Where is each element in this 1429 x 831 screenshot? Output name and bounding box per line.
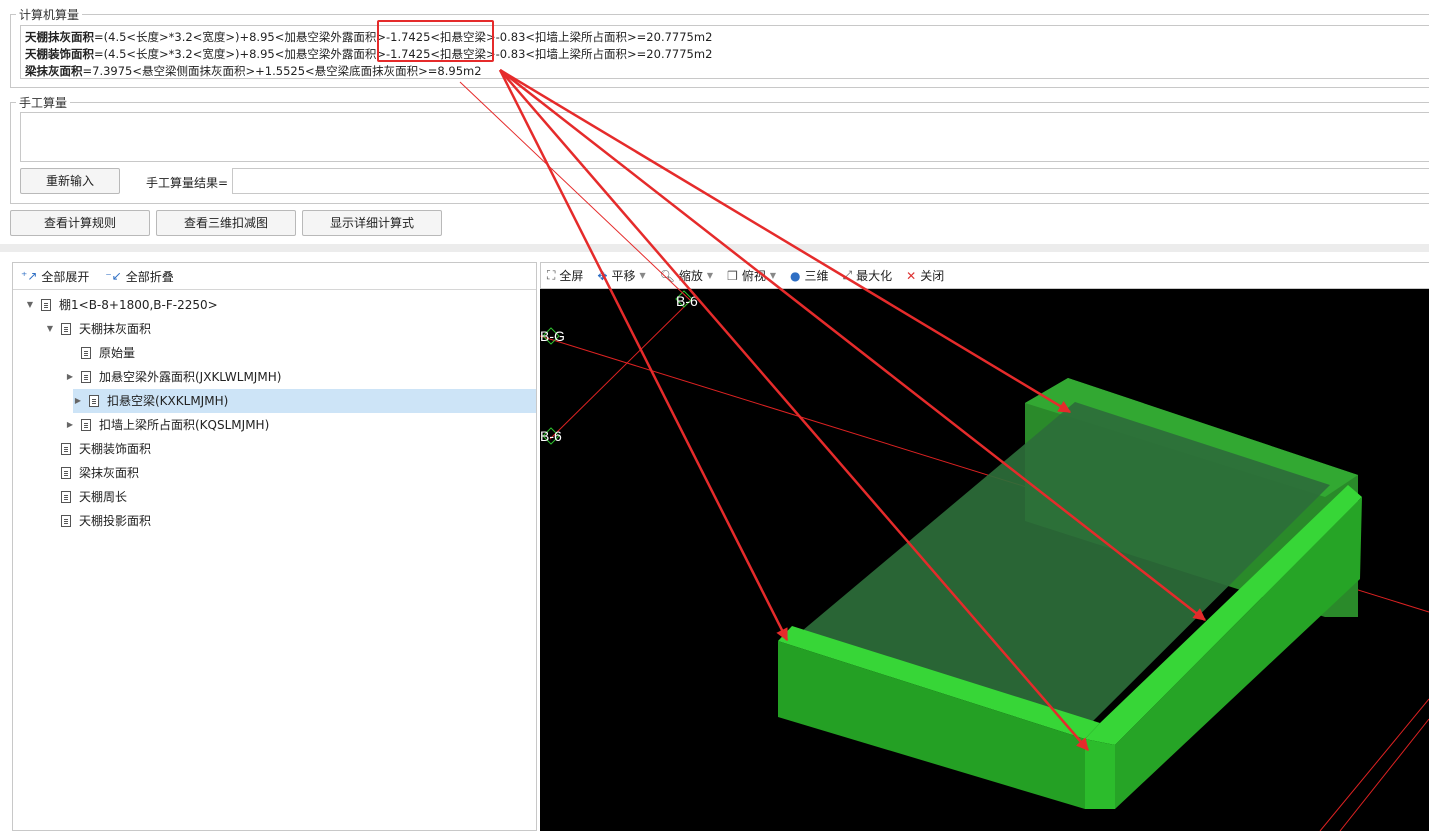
3d-label: 三维: [804, 269, 829, 283]
tree-item[interactable]: ▶原始量: [65, 341, 536, 365]
tree-item[interactable]: ▶ 扣悬空梁(KXKLMJMH): [73, 389, 536, 413]
3d-view-panel: ⛶ 全屏 ✥ 平移 ▼ 🔍︎ 缩放 ▼ ❒ 俯视 ▼ ● 三维 ⤢ 最大化 ✕ 关闭: [540, 262, 1429, 831]
quantity-tree-panel: ⁺↗ 全部展开 ⁻↙ 全部折叠 ▼ 棚1<B-8+1800,B-F-2250> ▼ 天…: [12, 262, 537, 831]
axis-label-b6-top: B-6: [676, 293, 698, 309]
collapse-all-label: 全部折叠: [125, 269, 174, 284]
document-icon: [81, 347, 91, 359]
tree-item[interactable]: ▶天棚周长: [45, 485, 536, 509]
axis-line: [549, 300, 691, 440]
tree-item-label: 梁抹灰面积: [79, 466, 140, 480]
tree-item-label: 天棚抹灰面积: [79, 322, 152, 336]
document-icon: [89, 395, 99, 407]
tree-item[interactable]: ▶ 扣墙上梁所占面积(KQSLMJMH): [65, 413, 536, 437]
zoom-button[interactable]: 🔍︎ 缩放 ▼: [660, 267, 713, 284]
tree-item[interactable]: ▶天棚投影面积: [45, 509, 536, 533]
top-view-button[interactable]: ❒ 俯视 ▼: [727, 267, 776, 284]
maximize-label: 最大化: [856, 269, 893, 283]
chevron-down-icon: ▼: [769, 271, 776, 280]
tree-item-label: 天棚投影面积: [79, 514, 152, 528]
zoom-icon: 🔍︎: [659, 268, 675, 283]
document-icon: [61, 491, 71, 503]
maximize-button[interactable]: ⤢ 最大化: [843, 267, 893, 284]
view-3d-deduction-button[interactable]: 查看三维扣减图: [156, 210, 296, 236]
chevron-right-icon[interactable]: ▶: [73, 389, 83, 413]
document-icon: [61, 443, 71, 455]
axis-line: [1339, 718, 1429, 831]
maximize-icon: ⤢: [842, 268, 853, 282]
document-icon: [81, 419, 91, 431]
chevron-right-icon[interactable]: ▶: [65, 413, 75, 437]
tree-item[interactable]: ▼ 棚1<B-8+1800,B-F-2250>: [25, 293, 536, 317]
app-root: 计算机算量 天棚抹灰面积=(4.5<长度>*3.2<宽度>)+8.95<加悬空梁…: [0, 0, 1429, 831]
manual-quantity-input[interactable]: [20, 112, 1429, 162]
zoom-label: 缩放: [678, 269, 703, 283]
tree-item-label: 天棚周长: [79, 490, 128, 504]
collapse-icon: ⁻↙: [105, 269, 122, 283]
close-view-button[interactable]: ✕ 关闭: [906, 267, 944, 284]
tree-item[interactable]: ▶梁抹灰面积: [45, 461, 536, 485]
tree-item-label: 原始量: [99, 346, 136, 360]
fullscreen-label: 全屏: [559, 269, 584, 283]
document-icon: [61, 515, 71, 527]
chevron-down-icon: ▼: [706, 271, 714, 280]
formula-name: 梁抹灰面积: [25, 64, 83, 78]
close-label: 关闭: [920, 269, 945, 283]
right-beam-end: [1085, 739, 1115, 809]
tree-item-label: 扣墙上梁所占面积(KQSLMJMH): [99, 418, 270, 432]
collapse-all-button[interactable]: ⁻↙ 全部折叠: [105, 268, 173, 285]
pan-icon: ✥: [597, 268, 608, 283]
expand-icon: ⁺↗: [21, 269, 38, 283]
chevron-right-icon[interactable]: ▶: [65, 365, 75, 389]
axis-label-b6-left: B-6: [540, 428, 562, 444]
tree-toolbar: ⁺↗ 全部展开 ⁻↙ 全部折叠: [13, 263, 536, 290]
expand-all-label: 全部展开: [41, 269, 90, 284]
formula-line-ceiling-decor: 天棚装饰面积=(4.5<长度>*3.2<宽度>)+8.95<加悬空梁外露面积>-…: [25, 46, 1429, 63]
computer-quantity-legend: 计算机算量: [19, 8, 80, 22]
close-icon: ✕: [906, 268, 917, 283]
tree-item-label: 扣悬空梁(KXKLMJMH): [107, 394, 229, 408]
show-detail-formula-button[interactable]: 显示详细计算式: [302, 210, 442, 236]
manual-result-input[interactable]: [232, 168, 1429, 194]
document-icon: [61, 323, 71, 335]
tree-item[interactable]: ▶天棚装饰面积: [45, 437, 536, 461]
tree-item-label: 加悬空梁外露面积(JXKLWLMJMH): [99, 370, 282, 384]
3d-button[interactable]: ● 三维: [790, 267, 829, 284]
expand-all-button[interactable]: ⁺↗ 全部展开: [21, 268, 89, 285]
document-icon: [81, 371, 91, 383]
formula-name: 天棚装饰面积: [25, 47, 94, 61]
axis-line: [1319, 698, 1429, 831]
chevron-down-icon[interactable]: ▼: [25, 293, 35, 317]
chevron-down-icon: ▼: [639, 271, 646, 280]
top-view-label: 俯视: [741, 269, 766, 283]
tree-item-label: 天棚装饰面积: [79, 442, 152, 456]
pan-label: 平移: [611, 269, 636, 283]
fullscreen-button[interactable]: ⛶ 全屏: [547, 267, 583, 284]
fullscreen-icon: ⛶: [547, 268, 556, 282]
formula-expression: =7.3975<悬空梁侧面抹灰面积>+1.5525<悬空梁底面抹灰面积>=8.9…: [82, 64, 482, 78]
formula-line-beam-plaster: 梁抹灰面积=7.3975<悬空梁侧面抹灰面积>+1.5525<悬空梁底面抹灰面积…: [25, 63, 1429, 80]
3d-scene: B-6 B-G B-6: [540, 290, 1429, 831]
highlight-box: [377, 20, 494, 62]
formula-line-ceiling-plaster: 天棚抹灰面积=(4.5<长度>*3.2<宽度>)+8.95<加悬空梁外露面积>-…: [25, 29, 1429, 46]
document-icon: [41, 299, 51, 311]
manual-quantity-legend: 手工算量: [19, 96, 68, 110]
view-calc-rules-button[interactable]: 查看计算规则: [10, 210, 150, 236]
formula-name: 天棚抹灰面积: [25, 30, 94, 44]
3d-canvas[interactable]: B-6 B-G B-6: [540, 289, 1429, 831]
document-icon: [61, 467, 71, 479]
panel-separator[interactable]: [0, 244, 1429, 252]
tree-item[interactable]: ▶ 加悬空梁外露面积(JXKLWLMJMH): [65, 365, 536, 389]
sphere-icon: ●: [790, 268, 801, 283]
reinput-button[interactable]: 重新输入: [20, 168, 120, 194]
chevron-down-icon[interactable]: ▼: [45, 317, 55, 341]
cube-icon: ❒: [727, 268, 738, 283]
pan-button[interactable]: ✥ 平移 ▼: [597, 267, 645, 284]
tree-item[interactable]: ▼ 天棚抹灰面积: [45, 317, 536, 341]
formula-box[interactable]: 天棚抹灰面积=(4.5<长度>*3.2<宽度>)+8.95<加悬空梁外露面积>-…: [20, 25, 1429, 79]
manual-result-label: 手工算量结果=: [146, 176, 229, 190]
tree-item-label: 棚1<B-8+1800,B-F-2250>: [59, 298, 218, 312]
view-toolbar: ⛶ 全屏 ✥ 平移 ▼ 🔍︎ 缩放 ▼ ❒ 俯视 ▼ ● 三维 ⤢ 最大化 ✕ 关闭: [540, 262, 1429, 289]
axis-label-bg-left: B-G: [540, 328, 565, 344]
